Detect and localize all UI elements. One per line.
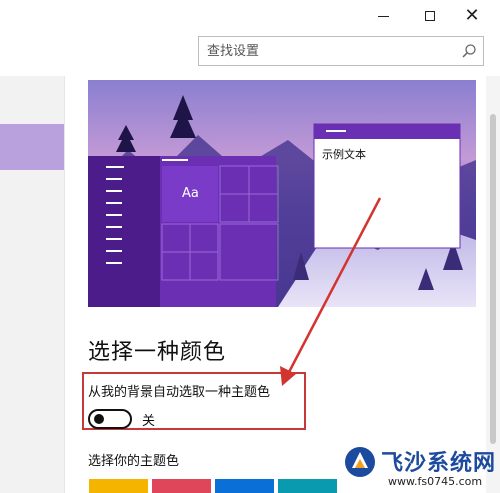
search-box[interactable] [198, 36, 484, 66]
auto-pick-accent-label: 从我的背景自动选取一种主题色 [88, 385, 271, 400]
scrollbar-thumb[interactable] [490, 114, 496, 444]
nav-item-selected[interactable] [0, 124, 64, 170]
close-icon: ✕ [464, 5, 480, 26]
accent-swatch[interactable] [278, 479, 337, 493]
toggle-state-label: 关 [142, 414, 156, 429]
scrollbar[interactable] [486, 76, 500, 493]
preview-window-text: 示例文本 [322, 148, 366, 161]
pane-divider [64, 76, 65, 493]
close-button[interactable]: ✕ [452, 0, 492, 32]
auto-accent-toggle[interactable] [88, 409, 132, 429]
accent-swatch[interactable] [152, 479, 211, 493]
maximize-button[interactable] [410, 0, 450, 32]
site-watermark: 飞沙系统网 www.fs0745.com [344, 442, 500, 493]
search-input[interactable] [199, 37, 457, 65]
accent-swatch[interactable] [89, 479, 148, 493]
theme-preview [88, 80, 476, 307]
minimize-icon [377, 15, 389, 17]
title-bar: ✕ [0, 0, 500, 32]
search-icon[interactable] [461, 43, 477, 59]
watermark-url: www.fs0745.com [388, 475, 483, 488]
preview-tile-label: Aa [182, 186, 199, 201]
pick-accent-label: 选择你的主题色 [88, 454, 180, 469]
toggle-knob [94, 414, 104, 424]
maximize-icon [425, 11, 435, 21]
choose-color-heading: 选择一种颜色 [88, 340, 227, 365]
minimize-button[interactable] [363, 0, 403, 32]
site-logo-icon [345, 447, 375, 477]
watermark-title: 飞沙系统网 [381, 451, 497, 476]
accent-swatch[interactable] [215, 479, 274, 493]
